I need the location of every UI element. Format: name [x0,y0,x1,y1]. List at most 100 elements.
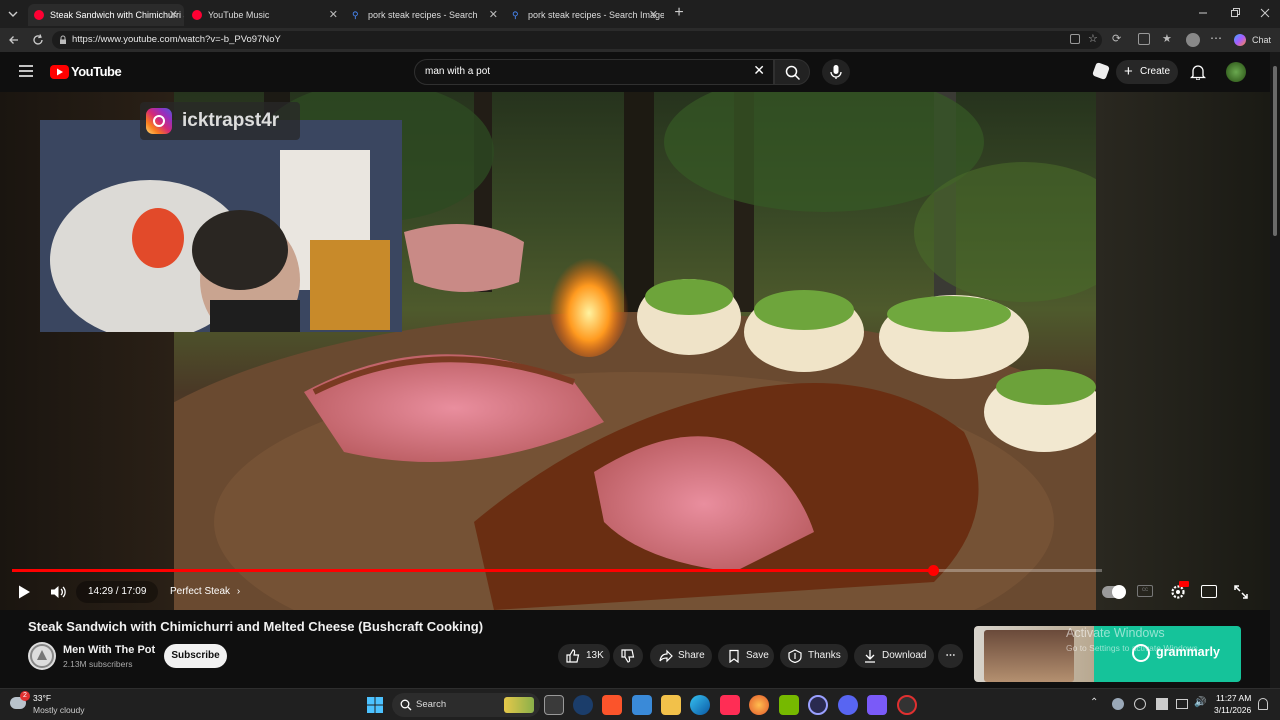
restore-button[interactable] [1228,6,1242,20]
more-horizontal-icon: ⋯ [945,650,956,661]
show-hidden-icons[interactable]: ⌃ [1090,697,1098,708]
youtube-logo[interactable]: YouTube [50,63,122,81]
close-tab-icon[interactable]: ✕ [169,4,178,26]
network-tray-icon[interactable] [1134,698,1146,710]
activate-windows-title: Activate Windows [1066,626,1165,640]
favorites-icon[interactable]: ★ [1162,32,1172,45]
close-tab-icon[interactable]: ✕ [329,4,338,26]
autoplay-toggle[interactable] [1102,585,1126,599]
recording-app-icon[interactable] [897,695,917,715]
steam-tray-icon[interactable] [1112,698,1124,710]
grid-app-icon[interactable] [867,695,887,715]
tab-youtube-music[interactable]: YouTube Music ✕ [186,4,344,26]
like-count: 13K [586,650,604,661]
create-button[interactable]: + Create [1116,60,1178,84]
favorite-star-icon[interactable]: ☆ [1088,32,1098,45]
theater-mode-button[interactable] [1201,585,1217,598]
subscribe-button[interactable]: Subscribe [164,644,227,668]
share-button[interactable]: Share [650,644,712,668]
instagram-icon-ring [153,115,165,127]
like-button[interactable]: 13K [558,644,610,668]
task-view-icon[interactable] [544,695,564,715]
windows-logo-icon [367,697,383,713]
fullscreen-button[interactable] [1233,584,1249,600]
refresh-button[interactable] [30,32,46,48]
tab-steak-sandwich[interactable]: Steak Sandwich with Chimichurri a ✕ [28,4,184,26]
chat-label: Chat [1252,35,1272,45]
weather-alert-badge: 2 [20,691,30,701]
ambient-blur-right [1096,92,1270,610]
close-tab-icon[interactable]: ✕ [649,4,658,26]
chapter-button[interactable]: Perfect Steak › [160,581,250,603]
start-button[interactable] [367,697,383,713]
copilot-chat-button[interactable]: Chat [1232,31,1276,49]
notification-bell-icon[interactable] [1258,698,1268,710]
security-tray-icon[interactable] [1156,698,1168,710]
search-input[interactable]: man with a pot [425,60,490,84]
account-avatar[interactable] [1226,62,1246,82]
more-actions-button[interactable]: ⋯ [938,644,963,668]
brave-icon[interactable] [602,695,622,715]
edge-icon[interactable] [690,695,710,715]
clock-date[interactable]: 3/11/2026 [1214,705,1251,715]
search-field[interactable]: man with a pot ✕ [414,59,774,85]
scrollbar-thumb[interactable] [1273,66,1277,236]
steam-icon[interactable] [573,695,593,715]
tab-pork-steak-images[interactable]: ⚲ pork steak recipes - Search Images ✕ [506,4,664,26]
split-screen-icon[interactable] [1138,33,1150,45]
channel-name[interactable]: Men With The Pot [63,644,155,656]
channel-avatar[interactable] [28,642,56,670]
bell-icon [1189,65,1207,81]
chevron-down-icon [8,11,18,17]
youtube-music-favicon-icon [192,10,202,20]
closed-captions-icon: cc [1142,587,1148,593]
nvidia-icon[interactable] [779,695,799,715]
taskbar-search[interactable]: Search [392,693,540,717]
video-player[interactable]: icktrapst4r 14:29 / 17:09 Perfect Steak … [0,92,1270,610]
clock-time[interactable]: 11:27 AM [1216,693,1251,703]
play-button[interactable] [16,584,32,600]
subtitles-button[interactable]: cc [1137,585,1153,597]
player-controls: 14:29 / 17:09 Perfect Steak › cc [0,576,1270,610]
app-available-icon[interactable] [1070,34,1080,44]
notepad-icon[interactable] [632,695,652,715]
firefox-icon[interactable] [749,695,769,715]
display-tray-icon[interactable] [1176,699,1188,709]
url-field[interactable]: https://www.youtube.com/watch?v=-b_PVo97… [52,31,1102,49]
profile-avatar-icon[interactable] [1186,33,1200,47]
search-button[interactable] [774,59,810,85]
clear-search-icon[interactable]: ✕ [753,62,765,79]
close-tab-icon[interactable]: ✕ [489,4,498,26]
new-tab-button[interactable]: + [670,4,688,24]
back-arrow-icon [9,36,18,44]
search-favicon-icon: ⚲ [352,10,359,20]
obs-icon[interactable] [808,695,828,715]
dislike-button[interactable] [613,644,643,668]
download-button[interactable]: Download [854,644,934,668]
discord-icon[interactable] [838,695,858,715]
volume-tray-icon[interactable]: 🔊 [1194,697,1206,708]
file-explorer-icon[interactable] [661,695,681,715]
weather-widget[interactable]: 2 33°F Mostly cloudy [8,691,108,719]
windows-taskbar: 2 33°F Mostly cloudy Search ⌃ 🔊 11:27 AM… [0,688,1280,720]
extensions-icon[interactable]: ⟳ [1112,32,1121,45]
notifications-button[interactable] [1189,64,1207,81]
more-menu-icon[interactable]: ⋯ [1210,31,1222,45]
tab-list-button[interactable] [4,6,22,22]
close-window-button[interactable] [1258,6,1272,20]
minimize-button[interactable] [1196,6,1210,20]
mute-button[interactable] [50,584,68,600]
save-button[interactable]: Save [718,644,774,668]
guide-menu-button[interactable] [18,64,34,78]
progress-bar[interactable] [12,565,1102,576]
tab-pork-steak-search[interactable]: ⚲ pork steak recipes - Search ✕ [346,4,504,26]
scrubber-handle[interactable] [928,565,940,576]
voice-search-button[interactable] [822,59,850,85]
music-app-icon[interactable] [720,695,740,715]
ad-person-image [984,630,1074,682]
extension-puzzle-icon[interactable] [1092,62,1110,80]
back-button[interactable] [6,32,22,48]
page-scrollbar[interactable] [1270,52,1280,688]
settings-button[interactable] [1170,581,1189,600]
thanks-button[interactable]: Thanks [780,644,848,668]
